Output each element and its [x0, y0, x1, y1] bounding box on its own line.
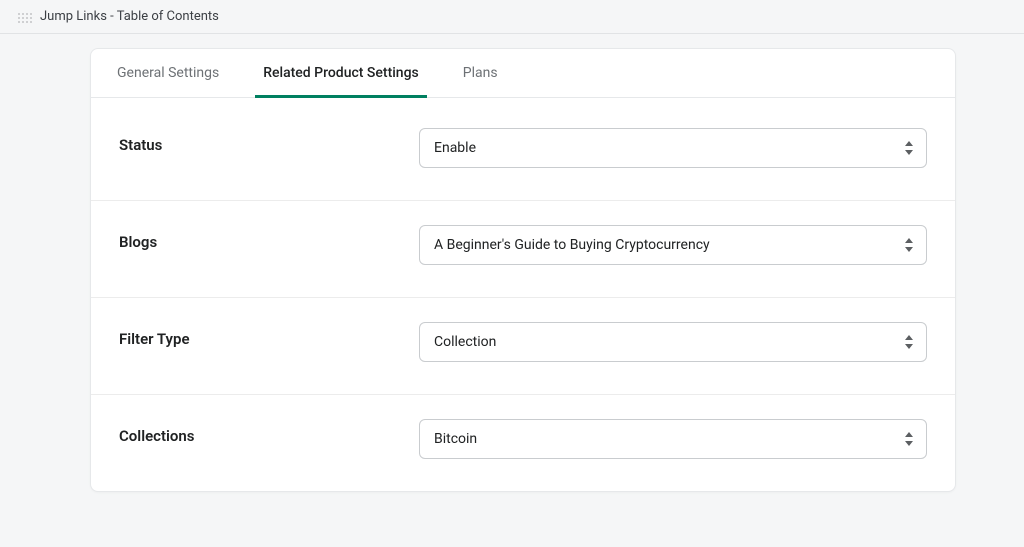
- tab-label: General Settings: [117, 65, 219, 81]
- row-status: Status Enable: [91, 104, 955, 201]
- tab-label: Plans: [463, 65, 498, 81]
- control-filter-type: Collection: [419, 322, 927, 362]
- select-caret-icon: [904, 238, 914, 252]
- form-section: Status Enable Blogs A Beginner's Guide t…: [91, 98, 955, 491]
- control-status: Enable: [419, 128, 927, 168]
- page-title: Jump Links - Table of Contents: [40, 9, 219, 24]
- label-status: Status: [119, 128, 419, 154]
- row-collections: Collections Bitcoin: [91, 395, 955, 491]
- select-value: Collection: [434, 334, 496, 350]
- settings-card: General Settings Related Product Setting…: [90, 48, 956, 492]
- tabs-bar: General Settings Related Product Setting…: [91, 49, 955, 98]
- tab-plans[interactable]: Plans: [455, 49, 506, 98]
- tab-label: Related Product Settings: [263, 65, 419, 81]
- select-caret-icon: [904, 432, 914, 446]
- select-value: Bitcoin: [434, 431, 477, 447]
- page-body: General Settings Related Product Setting…: [0, 34, 1024, 492]
- label-blogs: Blogs: [119, 225, 419, 251]
- select-blogs[interactable]: A Beginner's Guide to Buying Cryptocurre…: [419, 225, 927, 265]
- row-blogs: Blogs A Beginner's Guide to Buying Crypt…: [91, 201, 955, 298]
- select-value: Enable: [434, 140, 476, 156]
- label-filter-type: Filter Type: [119, 322, 419, 348]
- select-collections[interactable]: Bitcoin: [419, 419, 927, 459]
- row-filter-type: Filter Type Collection: [91, 298, 955, 395]
- tab-related-product-settings[interactable]: Related Product Settings: [255, 49, 427, 98]
- label-collections: Collections: [119, 419, 419, 445]
- titlebar: Jump Links - Table of Contents: [0, 0, 1024, 34]
- select-filter-type[interactable]: Collection: [419, 322, 927, 362]
- control-blogs: A Beginner's Guide to Buying Cryptocurre…: [419, 225, 927, 265]
- select-caret-icon: [904, 141, 914, 155]
- drag-grip-icon: [16, 11, 32, 23]
- control-collections: Bitcoin: [419, 419, 927, 459]
- select-caret-icon: [904, 335, 914, 349]
- tab-general-settings[interactable]: General Settings: [109, 49, 227, 98]
- select-value: A Beginner's Guide to Buying Cryptocurre…: [434, 237, 710, 253]
- select-status[interactable]: Enable: [419, 128, 927, 168]
